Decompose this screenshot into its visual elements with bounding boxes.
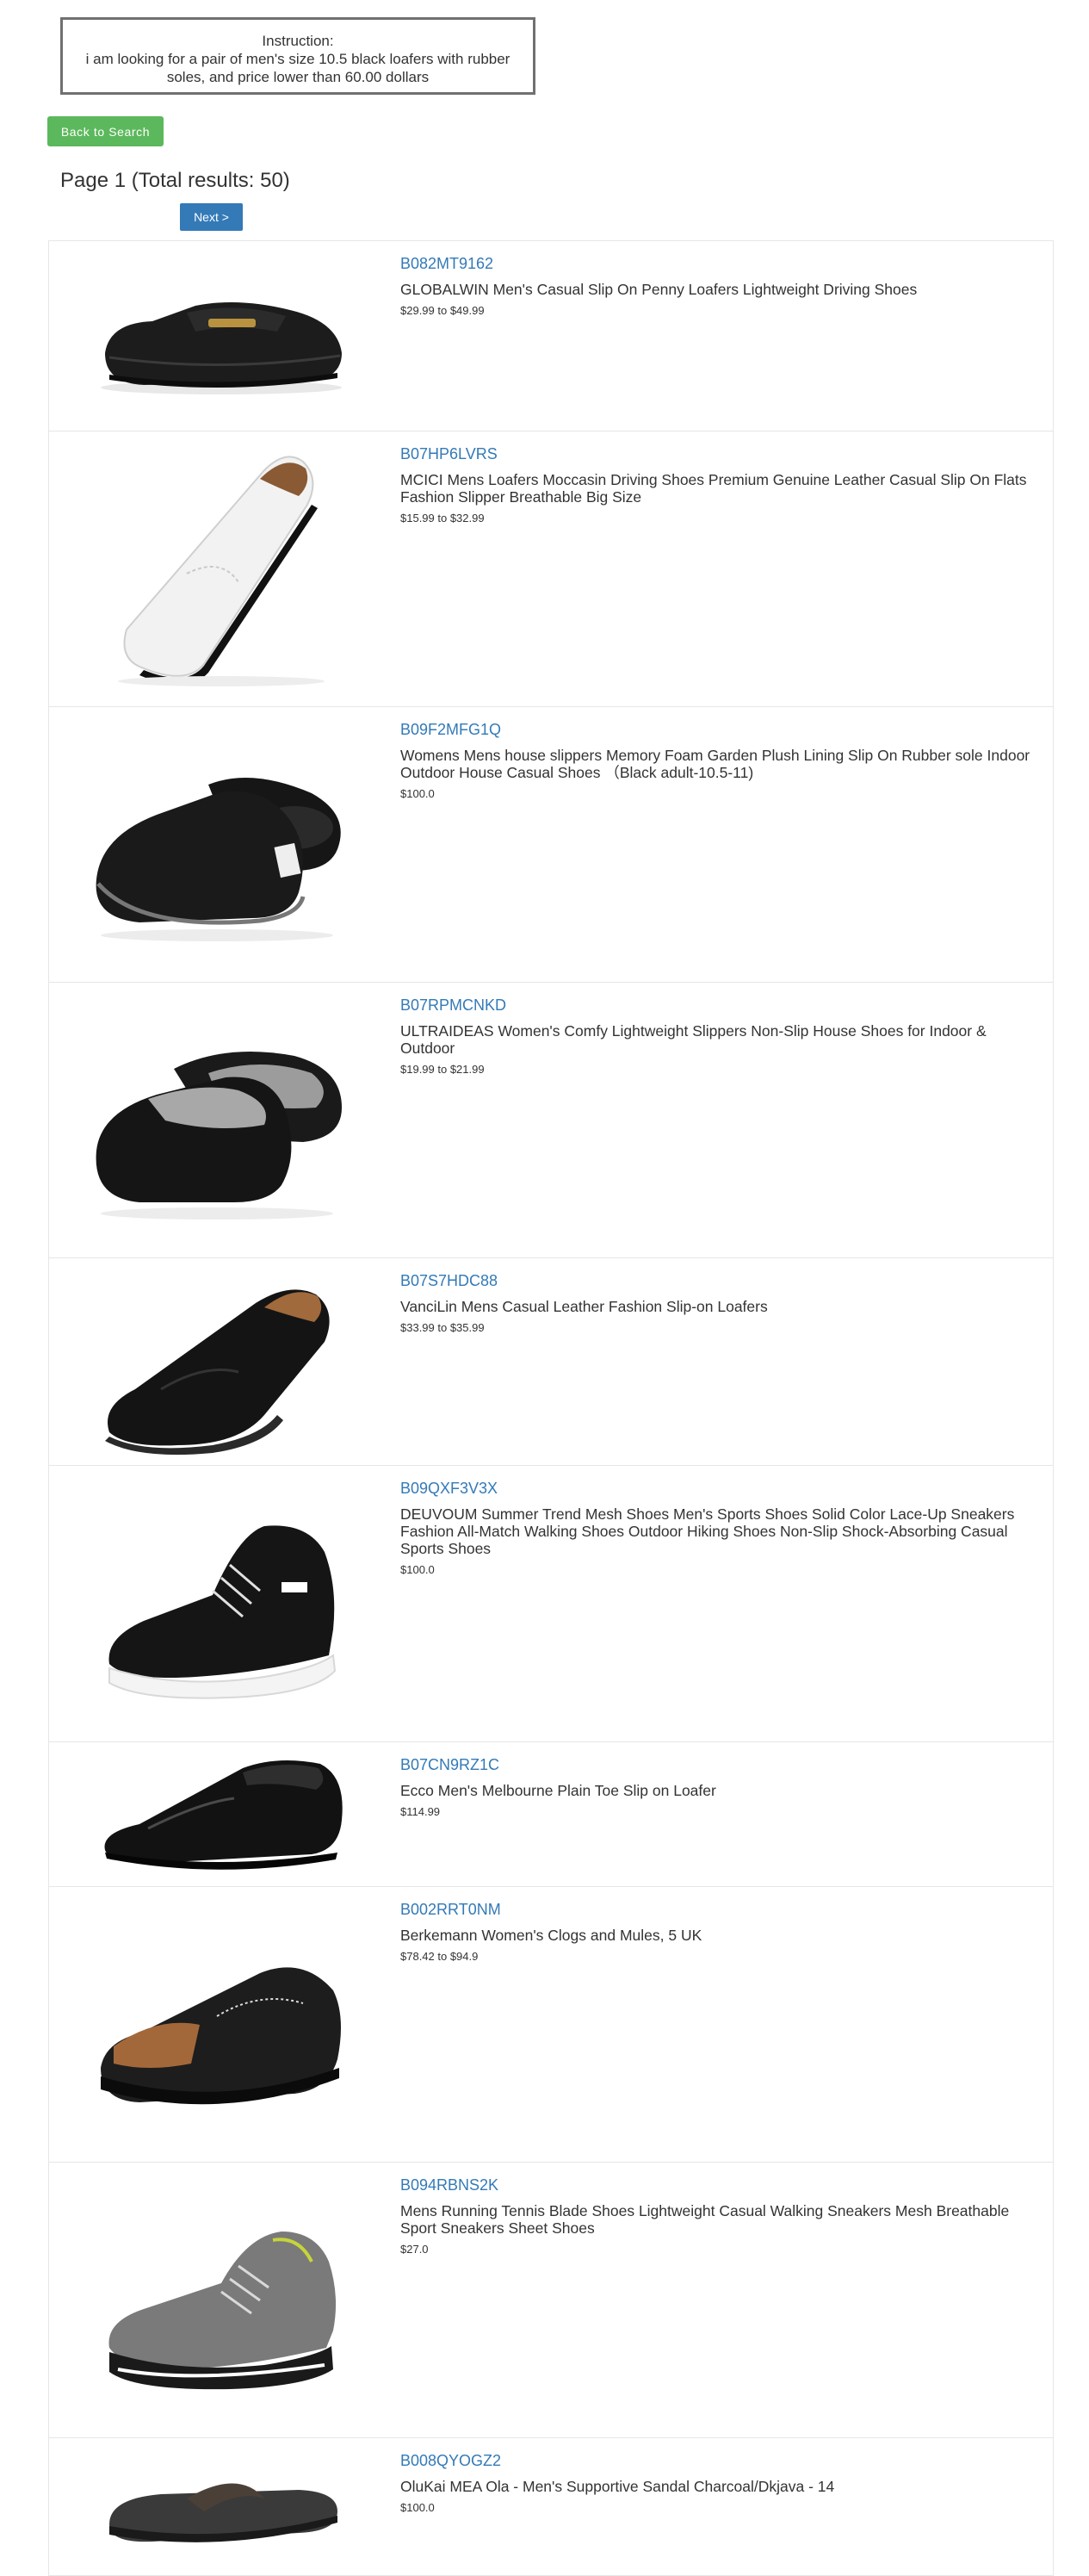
product-price: $19.99 to $21.99 <box>400 1063 485 1076</box>
product-asin-link[interactable]: B002RRT0NM <box>400 1900 1036 1919</box>
product-image-black-sneaker[interactable] <box>71 1483 372 1724</box>
result-item: B094RBNS2K Mens Running Tennis Blade Sho… <box>48 2163 1054 2438</box>
product-title: GLOBALWIN Men's Casual Slip On Penny Loa… <box>400 281 918 298</box>
product-image-white-moccasin[interactable] <box>71 444 372 694</box>
product-title: VanciLin Mens Casual Leather Fashion Sli… <box>400 1298 768 1315</box>
product-price: $15.99 to $32.99 <box>400 512 485 525</box>
product-asin-link[interactable]: B07RPMCNKD <box>400 996 1036 1015</box>
product-title: ULTRAIDEAS Women's Comfy Lightweight Sli… <box>400 1022 987 1057</box>
instruction-box: Instruction: i am looking for a pair of … <box>60 17 535 95</box>
product-asin-link[interactable]: B094RBNS2K <box>400 2176 1036 2194</box>
product-title: Womens Mens house slippers Memory Foam G… <box>400 747 1030 781</box>
product-image-black-clog[interactable] <box>71 1904 372 2145</box>
product-asin-link[interactable]: B07HP6LVRS <box>400 444 1036 463</box>
product-image-black-dress-loafer[interactable] <box>71 1747 372 1884</box>
product-title: DEUVOUM Summer Trend Mesh Shoes Men's Sp… <box>400 1505 1015 1557</box>
result-item: B09QXF3V3X DEUVOUM Summer Trend Mesh Sho… <box>48 1466 1054 1742</box>
back-to-search-button[interactable]: Back to Search <box>47 116 164 146</box>
product-price: $78.42 to $94.9 <box>400 1950 479 1963</box>
instruction-heading: Instruction: <box>262 33 334 49</box>
results-list: B082MT9162 GLOBALWIN Men's Casual Slip O… <box>48 240 1054 2576</box>
product-title: Mens Running Tennis Blade Shoes Lightwei… <box>400 2202 1010 2237</box>
result-item: B002RRT0NM Berkemann Women's Clogs and M… <box>48 1887 1054 2163</box>
product-price: $33.99 to $35.99 <box>400 1321 485 1334</box>
product-image-black-slippers[interactable] <box>71 724 372 965</box>
result-item: B07RPMCNKD ULTRAIDEAS Women's Comfy Ligh… <box>48 983 1054 1258</box>
product-asin-link[interactable]: B008QYOGZ2 <box>400 2451 1036 2470</box>
result-item: B008QYOGZ2 OluKai MEA Ola - Men's Suppor… <box>48 2438 1054 2576</box>
result-item: B082MT9162 GLOBALWIN Men's Casual Slip O… <box>48 241 1054 431</box>
product-image-black-penny-loafer[interactable] <box>71 258 372 413</box>
product-price: $100.0 <box>400 787 435 800</box>
product-image-black-leather-loafer[interactable] <box>71 1269 372 1458</box>
next-page-button[interactable]: Next > <box>180 203 243 231</box>
product-image-black-plush-slippers[interactable] <box>71 1000 372 1241</box>
product-price: $100.0 <box>400 1563 435 1576</box>
result-item: B07CN9RZ1C Ecco Men's Melbourne Plain To… <box>48 1742 1054 1887</box>
product-title: Ecco Men's Melbourne Plain Toe Slip on L… <box>400 1782 716 1799</box>
product-price: $27.0 <box>400 2243 429 2256</box>
product-price: $114.99 <box>400 1805 441 1818</box>
product-asin-link[interactable]: B09QXF3V3X <box>400 1479 1036 1498</box>
instruction-text: i am looking for a pair of men's size 10… <box>85 51 510 85</box>
product-asin-link[interactable]: B09F2MFG1Q <box>400 720 1036 739</box>
product-price: $100.0 <box>400 2501 435 2514</box>
result-item: B07HP6LVRS MCICI Mens Loafers Moccasin D… <box>48 431 1054 707</box>
product-title: OluKai MEA Ola - Men's Supportive Sandal… <box>400 2478 835 2495</box>
product-asin-link[interactable]: B07S7HDC88 <box>400 1271 1036 1290</box>
product-title: MCICI Mens Loafers Moccasin Driving Shoe… <box>400 471 1027 506</box>
product-image-charcoal-sandal[interactable] <box>71 2455 372 2567</box>
product-asin-link[interactable]: B07CN9RZ1C <box>400 1755 1036 1774</box>
result-item: B09F2MFG1Q Womens Mens house slippers Me… <box>48 707 1054 983</box>
product-image-gray-blade-sneaker[interactable] <box>71 2184 372 2417</box>
product-title: Berkemann Women's Clogs and Mules, 5 UK <box>400 1927 702 1944</box>
product-price: $29.99 to $49.99 <box>400 304 485 317</box>
product-asin-link[interactable]: B082MT9162 <box>400 254 1036 273</box>
page-title: Page 1 (Total results: 50) <box>60 169 290 192</box>
result-item: B07S7HDC88 VanciLin Mens Casual Leather … <box>48 1258 1054 1466</box>
